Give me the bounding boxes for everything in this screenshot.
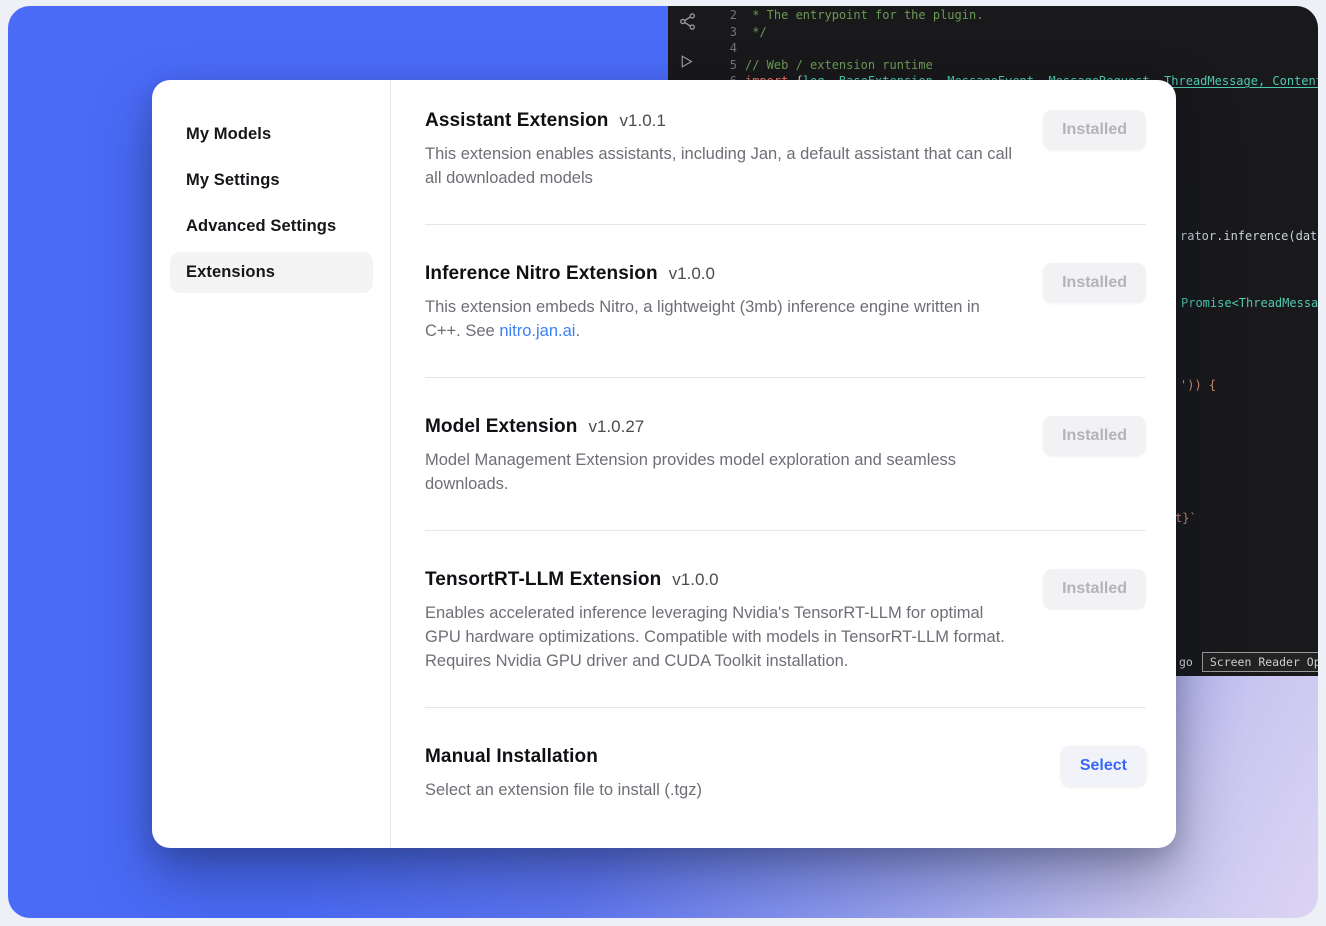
code-line: 5 // Web / extension runtime [668, 57, 1318, 74]
extension-version: v1.0.0 [672, 570, 718, 590]
divider [425, 530, 1146, 531]
sidebar-item-my-settings[interactable]: My Settings [170, 160, 373, 201]
code-line: 2 * The entrypoint for the plugin. [668, 7, 1318, 24]
extension-item-model: Model Extension v1.0.27 Model Management… [425, 416, 1146, 496]
settings-sidebar: My Models My Settings Advanced Settings … [152, 80, 391, 848]
divider [425, 377, 1146, 378]
line-number: 2 [668, 7, 745, 24]
extension-name: Model Extension [425, 416, 577, 438]
extension-name: TensortRT-LLM Extension [425, 569, 661, 591]
extension-info: Assistant Extension v1.0.1 This extensio… [425, 110, 1017, 190]
extension-description: This extension embeds Nitro, a lightweig… [425, 295, 1017, 343]
code-line: 4 [668, 40, 1318, 57]
code-text: // Web / extension runtime [745, 57, 933, 74]
code-fragment: ')) { [1180, 378, 1216, 392]
extension-version: v1.0.1 [620, 111, 666, 131]
extension-title-row: TensortRT-LLM Extension v1.0.0 [425, 569, 1017, 591]
description-text: . [575, 322, 580, 340]
installed-button[interactable]: Installed [1043, 416, 1146, 456]
installed-button[interactable]: Installed [1043, 110, 1146, 150]
code-fragment: t}` [1175, 511, 1197, 525]
installed-button[interactable]: Installed [1043, 569, 1146, 609]
divider [425, 707, 1146, 708]
code-fragment: Promise<ThreadMessage> [1181, 296, 1318, 310]
extension-description: Enables accelerated inference leveraging… [425, 601, 1017, 673]
manual-installation-title: Manual Installation [425, 746, 598, 768]
code-text: * The entrypoint for the plugin. [745, 7, 983, 24]
extension-name: Assistant Extension [425, 110, 609, 132]
extension-description: Model Management Extension provides mode… [425, 448, 1017, 496]
extension-version: v1.0.27 [588, 417, 644, 437]
extension-title-row: Assistant Extension v1.0.1 [425, 110, 1017, 132]
line-number: 3 [668, 24, 745, 41]
extension-item-tensorrt: TensortRT-LLM Extension v1.0.0 Enables a… [425, 569, 1146, 673]
select-file-button[interactable]: Select [1061, 746, 1146, 786]
code-line: 3 */ [668, 24, 1318, 41]
code-text: */ [745, 24, 767, 41]
code-fragment: rator.inference(data)); [1180, 229, 1318, 243]
extension-info: Model Extension v1.0.27 Model Management… [425, 416, 1017, 496]
extension-name: Inference Nitro Extension [425, 263, 658, 285]
line-number: 4 [668, 40, 745, 57]
manual-installation-section: Manual Installation Select an extension … [425, 746, 1146, 802]
divider [425, 224, 1146, 225]
sidebar-item-advanced-settings[interactable]: Advanced Settings [170, 206, 373, 247]
status-text: go [1179, 655, 1193, 669]
sidebar-item-extensions[interactable]: Extensions [170, 252, 373, 293]
extension-info: Inference Nitro Extension v1.0.0 This ex… [425, 263, 1017, 343]
extension-title-row: Manual Installation [425, 746, 702, 768]
extension-title-row: Model Extension v1.0.27 [425, 416, 1017, 438]
extension-info: Manual Installation Select an extension … [425, 746, 702, 802]
extension-version: v1.0.0 [669, 264, 715, 284]
nitro-jan-ai-link[interactable]: nitro.jan.ai [499, 322, 575, 340]
sidebar-item-my-models[interactable]: My Models [170, 114, 373, 155]
extension-title-row: Inference Nitro Extension v1.0.0 [425, 263, 1017, 285]
manual-installation-description: Select an extension file to install (.tg… [425, 778, 702, 802]
code-lines: 2 * The entrypoint for the plugin. 3 */ … [668, 7, 1318, 90]
extensions-panel: Assistant Extension v1.0.1 This extensio… [391, 80, 1176, 848]
extension-item-nitro: Inference Nitro Extension v1.0.0 This ex… [425, 263, 1146, 343]
installed-button[interactable]: Installed [1043, 263, 1146, 303]
screen-reader-badge[interactable]: Screen Reader Optimize [1202, 652, 1318, 672]
extension-description: This extension enables assistants, inclu… [425, 142, 1017, 190]
extension-info: TensortRT-LLM Extension v1.0.0 Enables a… [425, 569, 1017, 673]
gradient-background: 2 * The entrypoint for the plugin. 3 */ … [8, 6, 1318, 918]
editor-status-bar: go Screen Reader Optimize [1179, 652, 1318, 672]
settings-modal: My Models My Settings Advanced Settings … [152, 80, 1176, 848]
line-number: 5 [668, 57, 745, 74]
extension-item-assistant: Assistant Extension v1.0.1 This extensio… [425, 110, 1146, 190]
